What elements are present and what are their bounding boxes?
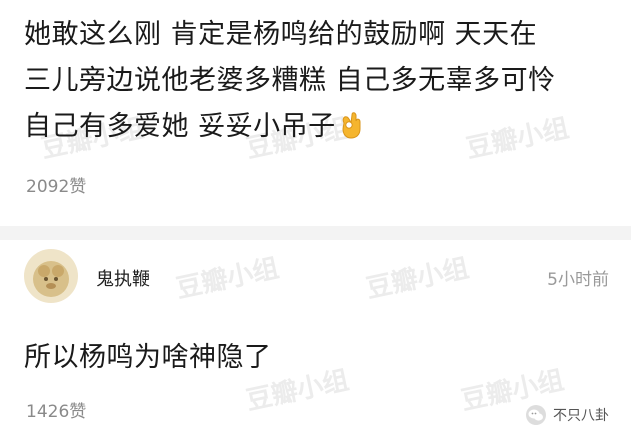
- avatar-image: [24, 249, 78, 303]
- divider: [0, 226, 631, 240]
- avatar[interactable]: [24, 249, 78, 303]
- watermark: 豆瓣小组: [363, 253, 472, 305]
- reply-text: 所以杨鸣为啥神隐了: [24, 342, 272, 373]
- like-count[interactable]: 1426赞: [26, 397, 86, 422]
- watermark: 豆瓣小组: [173, 253, 282, 305]
- username[interactable]: 鬼执鞭: [96, 265, 150, 291]
- ok-hand-icon: [342, 112, 361, 139]
- wechat-icon: [526, 405, 546, 425]
- source-badge-label: 不只八卦: [553, 408, 609, 424]
- like-count[interactable]: 2092赞: [26, 172, 86, 197]
- comment-text: 她敢这么刚 肯定是杨鸣给的鼓励啊 天天在 三儿旁边说他老婆多糟糕 自己多无辜多可…: [24, 19, 556, 142]
- comment-thread: 豆瓣小组 豆瓣小组 豆瓣小组 豆瓣小组 豆瓣小组 豆瓣小组 豆瓣小组 她敢这么刚…: [0, 0, 631, 443]
- comment-body: 她敢这么刚 肯定是杨鸣给的鼓励啊 天天在 三儿旁边说他老婆多糟糕 自己多无辜多可…: [24, 12, 614, 150]
- timestamp: 5小时前: [547, 270, 609, 290]
- source-badge: 不只八卦: [525, 404, 609, 426]
